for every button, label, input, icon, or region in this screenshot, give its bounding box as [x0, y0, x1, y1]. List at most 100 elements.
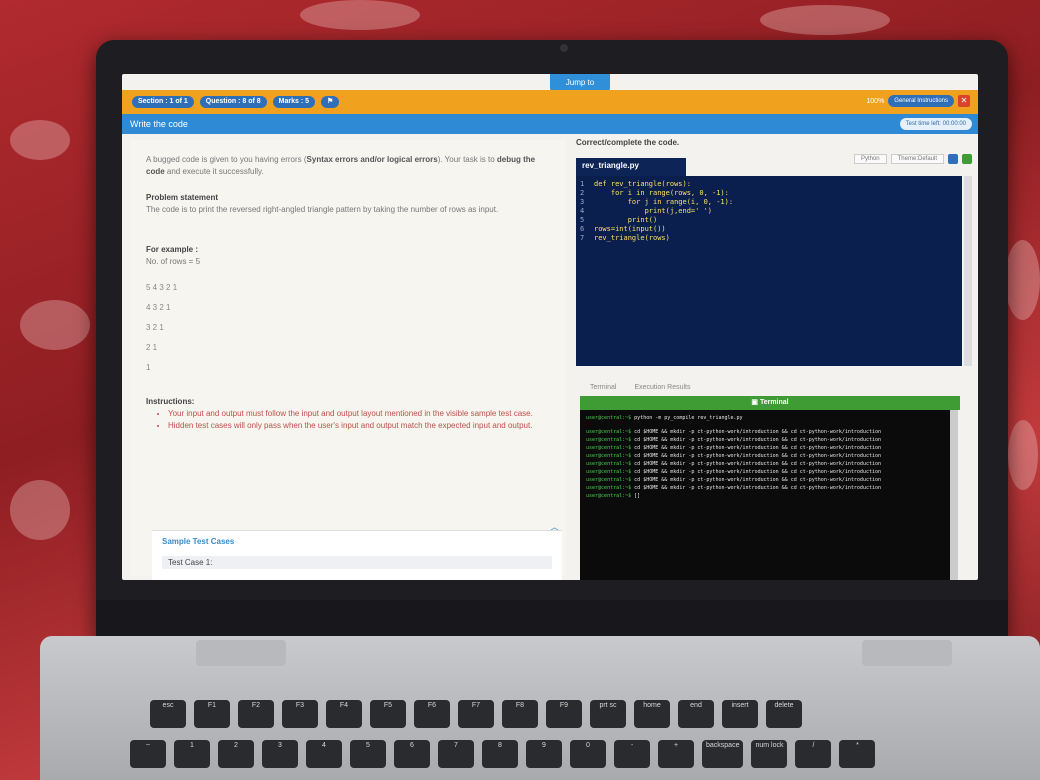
problem-intro: A bugged code is given to you having err… [146, 154, 550, 178]
pattern-line: 2 1 [146, 343, 158, 352]
run-icon[interactable] [962, 154, 972, 164]
terminal-command: cd $HOME && mkdir -p ct-python-work/intr… [631, 485, 882, 491]
terminal-output[interactable]: user@central:~$ python -m py_compile rev… [580, 410, 950, 580]
instructions-list: Your input and output must follow the in… [146, 408, 550, 432]
terminal-line: user@central:~$ cd $HOME && mkdir -p ct-… [586, 452, 944, 460]
tab-terminal[interactable]: Terminal [590, 384, 616, 391]
zoom-level[interactable]: 100% [866, 98, 884, 105]
key[interactable]: F2 [238, 700, 274, 728]
code-text: for j in range(i, 0, -1): [594, 198, 734, 206]
general-instructions-button[interactable]: General Instructions [888, 95, 954, 107]
code-line: 4 print(j,end=' ') [580, 207, 958, 216]
code-text: rows=int(input()) [594, 225, 666, 233]
editor-toolbar: Python Theme:Default [853, 154, 972, 164]
intro-text: A bugged code is given to you having err… [146, 155, 307, 164]
terminal-line: user@central:~$ cd $HOME && mkdir -p ct-… [586, 476, 944, 484]
key[interactable]: 0 [570, 740, 606, 768]
code-editor[interactable]: 1 def rev_triangle(rows): 2 for i in rang… [576, 176, 962, 366]
key[interactable]: 1 [174, 740, 210, 768]
key[interactable]: F4 [326, 700, 362, 728]
line-number: 3 [580, 198, 585, 206]
sample-test-cases: Sample Test Cases Test Case 1: [152, 530, 562, 580]
fullscreen-icon[interactable] [948, 154, 958, 164]
key[interactable]: end [678, 700, 714, 728]
key[interactable]: F8 [502, 700, 538, 728]
key[interactable]: * [839, 740, 876, 768]
terminal-command: cd $HOME && mkdir -p ct-python-work/intr… [631, 469, 882, 475]
key[interactable]: 5 [350, 740, 386, 768]
key[interactable]: 4 [306, 740, 342, 768]
code-text: def rev_triangle(rows): [594, 180, 691, 188]
code-text: rev_triangle(rows) [594, 234, 670, 242]
time-left-badge: Test time left: 00:00:00 [899, 118, 972, 130]
key[interactable]: F6 [414, 700, 450, 728]
line-number: 4 [580, 207, 585, 215]
intro-bold: Syntax errors and/or logical errors [306, 155, 438, 164]
pattern-line: 1 [146, 363, 151, 372]
terminal-command: cd $HOME && mkdir -p ct-python-work/intr… [631, 453, 882, 459]
key[interactable]: / [795, 740, 832, 768]
key[interactable]: - [614, 740, 650, 768]
terminal-line: user@central:~$ cd $HOME && mkdir -p ct-… [586, 468, 944, 476]
terminal-scrollbar[interactable] [950, 410, 958, 580]
language-select[interactable]: Python [853, 154, 887, 164]
terminal-prompt: user@central:~$ [586, 461, 632, 467]
question-badge[interactable]: Question : 8 of 8 [199, 96, 267, 108]
key[interactable]: 6 [394, 740, 430, 768]
key[interactable]: F3 [282, 700, 318, 728]
key[interactable]: F1 [194, 700, 230, 728]
intro-text: ). Your task is to [437, 155, 497, 164]
bookmark-icon[interactable]: ⚑ [321, 96, 340, 108]
key[interactable]: 2 [218, 740, 254, 768]
pattern-line: 3 2 1 [146, 323, 164, 332]
tab-execution-results[interactable]: Execution Results [634, 384, 690, 391]
key[interactable]: num lock [751, 740, 788, 768]
terminal-line: user@central:~$ cd $HOME && mkdir -p ct-… [586, 460, 944, 468]
key[interactable]: backspace [702, 740, 744, 768]
blanket-pattern [300, 0, 420, 30]
instruction-item: Your input and output must follow the in… [168, 408, 550, 420]
key[interactable]: F9 [546, 700, 582, 728]
key[interactable]: + [658, 740, 694, 768]
code-line: 2 for i in range(rows, 0, -1): [580, 189, 958, 198]
terminal-line: user@central:~$ python -m py_compile rev… [586, 414, 944, 422]
terminal-prompt: user@central:~$ [586, 437, 632, 443]
line-number: 5 [580, 216, 585, 224]
file-tab[interactable]: rev_triangle.py [576, 158, 686, 176]
key[interactable]: insert [722, 700, 758, 728]
key[interactable]: F5 [370, 700, 406, 728]
quiz-header-bar: Section : 1 of 1 Question : 8 of 8 Marks… [122, 90, 978, 114]
terminal-command: [] [631, 493, 641, 499]
sample-heading[interactable]: Sample Test Cases [162, 537, 552, 546]
close-icon[interactable]: ✕ [958, 95, 970, 107]
code-line: 1 def rev_triangle(rows): [580, 180, 958, 189]
key[interactable]: 3 [262, 740, 298, 768]
example-heading: For example : [146, 245, 199, 254]
terminal-prompt: user@central:~$ [586, 415, 632, 421]
blanket-pattern [760, 5, 890, 35]
key[interactable]: delete [766, 700, 802, 728]
key[interactable]: home [634, 700, 670, 728]
key[interactable]: 8 [482, 740, 518, 768]
key[interactable]: 9 [526, 740, 562, 768]
hinge-right [862, 640, 952, 666]
theme-select[interactable]: Theme:Default [890, 154, 944, 164]
code-text: print() [594, 216, 658, 224]
test-case-label[interactable]: Test Case 1: [162, 556, 552, 569]
terminal-command: cd $HOME && mkdir -p ct-python-work/intr… [631, 461, 882, 467]
code-panel: Correct/complete the code. Python Theme:… [576, 138, 972, 580]
statement-heading: Problem statement [146, 193, 219, 202]
key[interactable]: 7 [438, 740, 474, 768]
key[interactable]: esc [150, 700, 186, 728]
key[interactable]: F7 [458, 700, 494, 728]
terminal-header: ▣ Terminal [580, 396, 960, 410]
key[interactable]: ~ [130, 740, 166, 768]
terminal-prompt: user@central:~$ [586, 453, 632, 459]
terminal-prompt: user@central:~$ [586, 477, 632, 483]
section-badge[interactable]: Section : 1 of 1 [132, 96, 194, 108]
key[interactable]: prt sc [590, 700, 626, 728]
terminal-command: cd $HOME && mkdir -p ct-python-work/intr… [631, 445, 882, 451]
editor-scrollbar[interactable] [964, 176, 972, 366]
terminal-icon: ▣ [751, 399, 760, 406]
terminal-prompt: user@central:~$ [586, 469, 632, 475]
